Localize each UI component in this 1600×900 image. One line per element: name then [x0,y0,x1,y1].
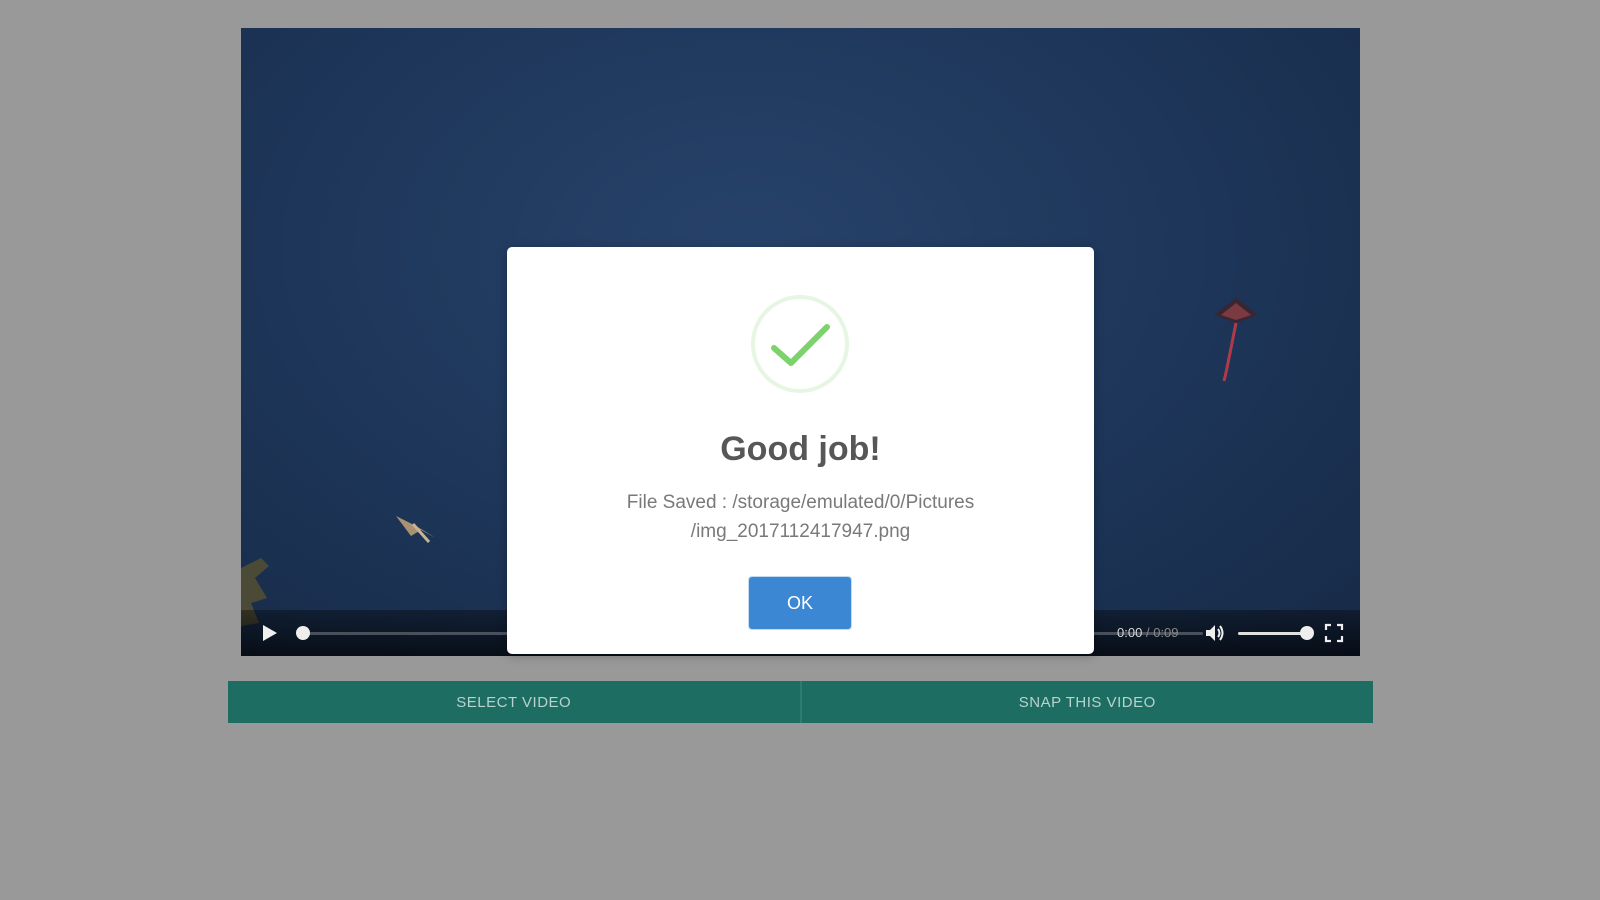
dialog-message-line1: File Saved : /storage/emulated/0/Picture… [626,492,975,513]
success-dialog: Good job! File Saved : /storage/emulated… [507,247,1094,654]
dialog-title: Good job! [720,430,881,468]
dialog-message-line2: /img_2017112417947.png [690,521,911,542]
ok-button[interactable]: OK [749,577,851,629]
modal-overlay: Good job! File Saved : /storage/emulated… [0,0,1600,900]
dialog-message: File Saved : /storage/emulated/0/Picture… [547,488,1054,546]
checkmark-success-icon [751,295,849,393]
